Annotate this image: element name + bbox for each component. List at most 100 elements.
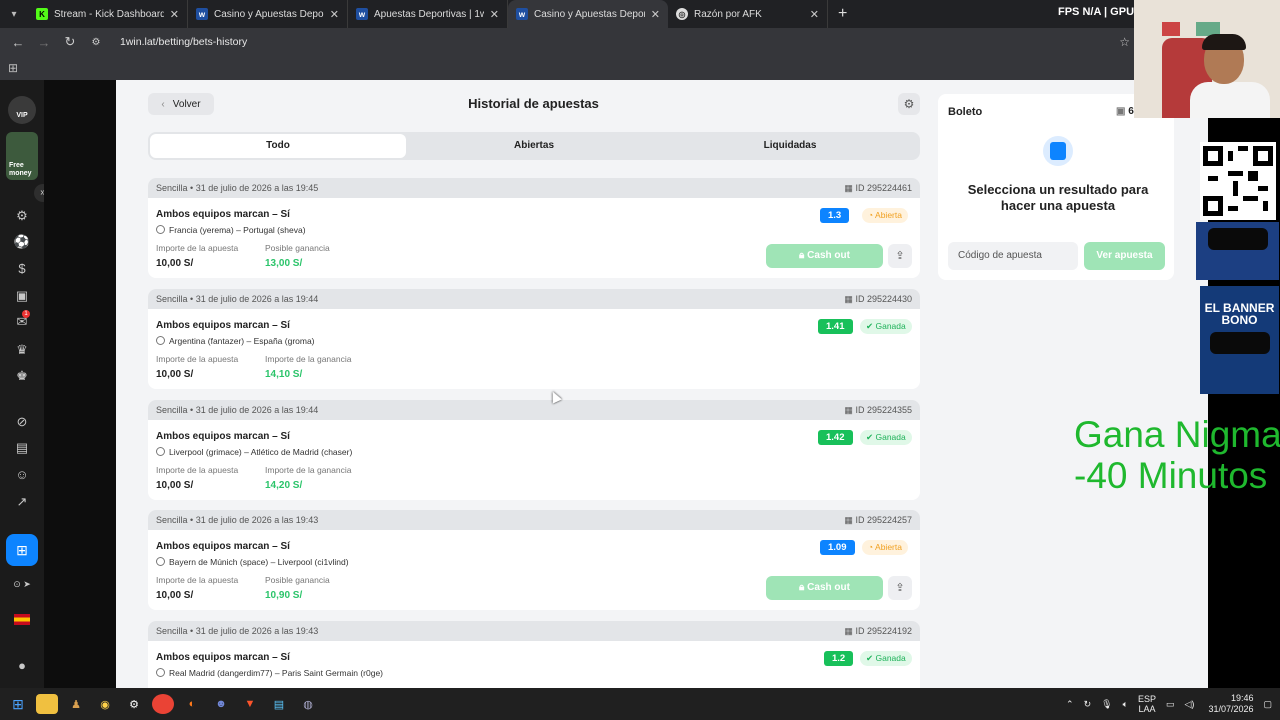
- notification-icon[interactable]: ▢: [1263, 699, 1272, 710]
- bet-card[interactable]: Sencilla • 31 de julio de 2026 a las 19:…: [148, 400, 920, 500]
- bet-card[interactable]: Sencilla • 31 de julio de 2026 a las 19:…: [148, 289, 920, 389]
- win-value: 10,90 S/: [265, 590, 303, 601]
- tab-kick-dashboard[interactable]: K Stream - Kick Dashboard ✕: [28, 0, 188, 28]
- tab-casino-active[interactable]: w Casino y Apuestas Deportivas O ✕: [508, 0, 668, 28]
- tab-search-icon[interactable]: ▾: [0, 0, 28, 28]
- cash-out-button[interactable]: 🔒︎ Cash out: [766, 244, 883, 268]
- sync-icon[interactable]: ↻: [1084, 699, 1092, 710]
- close-icon[interactable]: ✕: [810, 8, 819, 21]
- bet-card[interactable]: Sencilla • 31 de julio de 2026 a las 19:…: [148, 510, 920, 610]
- firefox-icon[interactable]: ◐: [181, 694, 203, 714]
- coin-icon[interactable]: $: [12, 259, 32, 279]
- back-button[interactable]: ‹ Volver: [148, 93, 214, 115]
- chevron-left-icon: ‹: [161, 98, 165, 110]
- chart-icon[interactable]: ↗: [12, 492, 32, 512]
- share-icon[interactable]: ⇪: [888, 244, 912, 268]
- close-icon[interactable]: ✕: [651, 8, 660, 21]
- tab-abiertas[interactable]: Abiertas: [406, 134, 662, 158]
- microphone-icon[interactable]: 🎙︎: [1101, 699, 1112, 710]
- discord-icon[interactable]: ☻: [210, 694, 232, 714]
- stake-value: 10,00 S/: [156, 258, 194, 269]
- speaker-icon[interactable]: 🔈︎: [1123, 699, 1128, 710]
- tab-razon-afk[interactable]: ◎ Razón por AFK ✕: [668, 0, 828, 28]
- social-icons[interactable]: ⊙ ➤: [12, 574, 32, 594]
- stake-value: 10,00 S/: [156, 590, 194, 601]
- chrome-icon[interactable]: [152, 694, 174, 714]
- support-icon[interactable]: ☺: [12, 465, 32, 485]
- volume-icon[interactable]: ◁): [1185, 699, 1195, 710]
- windows-taskbar: ⊞ ♟ ◉ ⚙ ◐ ☻ ▼ ▤ ◍ ⌃ ↻ 🎙︎ 🔈︎ ESP LAA ▭ ◁) …: [0, 688, 1280, 720]
- bet-code-input[interactable]: Código de apuesta: [948, 242, 1078, 270]
- network-icon[interactable]: ▭: [1166, 699, 1175, 710]
- forward-arrow-icon[interactable]: →: [32, 35, 56, 50]
- casino-icon[interactable]: ▣: [12, 286, 32, 306]
- win-label: Posible ganancia: [265, 575, 330, 585]
- view-bet-button[interactable]: Ver apuesta: [1084, 242, 1165, 270]
- close-icon[interactable]: ✕: [170, 8, 179, 21]
- lang-code: ESP: [1137, 694, 1156, 704]
- soccer-ball-icon: [156, 447, 165, 456]
- settings-icon[interactable]: ⚙: [12, 206, 32, 226]
- tab-todo[interactable]: Todo: [150, 134, 406, 158]
- status-label: Ganada: [875, 321, 906, 331]
- bet-match: Argentina (fantazer) – España (groma): [156, 336, 315, 346]
- win-label: Posible ganancia: [265, 243, 330, 253]
- vip-badge[interactable]: VIP: [8, 96, 36, 124]
- tab-liquidadas[interactable]: Liquidadas: [662, 134, 918, 158]
- lock-icon: 🔒︎: [799, 250, 808, 261]
- back-arrow-icon[interactable]: ←: [6, 35, 30, 50]
- cash-out-button[interactable]: 🔒︎ Cash out: [766, 576, 883, 600]
- new-tab-button[interactable]: +: [828, 5, 857, 23]
- bet-card[interactable]: Sencilla • 31 de julio de 2026 a las 19:…: [148, 621, 920, 688]
- free-money-button[interactable]: Free money: [6, 132, 38, 180]
- odds-badge: 1.3: [820, 208, 850, 223]
- obs-icon[interactable]: ◉: [94, 694, 116, 714]
- site-info-icon[interactable]: ⚙: [84, 37, 108, 48]
- steam-icon[interactable]: ◍: [297, 694, 319, 714]
- bet-card[interactable]: Sencilla • 31 de julio de 2026 a las 19:…: [148, 178, 920, 278]
- bookmark-star-icon[interactable]: ☆: [1119, 35, 1130, 49]
- soccer-ball-icon[interactable]: ⚽: [12, 232, 32, 252]
- settings-icon[interactable]: ⚙: [123, 694, 145, 714]
- language-indicator[interactable]: ESP LAA: [1138, 694, 1156, 714]
- sponsor-banner: [1196, 222, 1279, 280]
- crown-icon[interactable]: ♚: [12, 366, 32, 386]
- close-icon[interactable]: ✕: [490, 8, 499, 21]
- brave-icon[interactable]: ▼: [239, 694, 261, 714]
- trophy-icon[interactable]: ♛: [12, 340, 32, 360]
- bet-type: Sencilla: [156, 183, 188, 193]
- notepad-icon[interactable]: ▤: [268, 694, 290, 714]
- spain-flag-icon[interactable]: [14, 614, 30, 625]
- qr-code: [1200, 142, 1276, 220]
- betslip-icon: [1043, 136, 1073, 166]
- stake-value: 10,00 S/: [156, 480, 194, 491]
- tab-title: Apuestas Deportivas | 1win Lat: [374, 8, 484, 20]
- windows-app-icon[interactable]: ⊞: [6, 534, 38, 566]
- win-label: Importe de la ganancia: [265, 465, 352, 475]
- compass-icon[interactable]: ⊘: [12, 412, 32, 432]
- clock[interactable]: 19:46 31/07/2026: [1208, 693, 1253, 715]
- globe-icon: ◎: [676, 8, 688, 20]
- chevron-up-icon[interactable]: ⌃: [1066, 699, 1074, 710]
- tab-apuestas[interactable]: w Apuestas Deportivas | 1win Lat ✕: [348, 0, 508, 28]
- free-money-label: Free money: [9, 162, 32, 177]
- app-icon[interactable]: ♟: [65, 694, 87, 714]
- url-field[interactable]: 1win.lat/betting/bets-history: [120, 36, 247, 48]
- page-title: Historial de apuestas: [468, 96, 599, 111]
- bet-match: Liverpool (grimace) – Atlético de Madrid…: [156, 447, 352, 457]
- soccer-ball-icon: [156, 225, 165, 234]
- filter-tabs: Todo Abiertas Liquidadas: [148, 132, 920, 160]
- chat-icon[interactable]: ●: [12, 656, 32, 676]
- close-icon[interactable]: ✕: [330, 8, 339, 21]
- reload-icon[interactable]: ↻: [58, 34, 82, 50]
- tab-casino-1[interactable]: w Casino y Apuestas Deportivas O ✕: [188, 0, 348, 28]
- file-explorer-icon[interactable]: [36, 694, 58, 714]
- lang-layout: LAA: [1138, 704, 1156, 714]
- windows-start-icon[interactable]: ⊞: [7, 694, 29, 714]
- odds-badge: 1.42: [818, 430, 853, 445]
- apps-grid-icon[interactable]: ⊞: [8, 61, 18, 75]
- document-icon[interactable]: ▤: [12, 438, 32, 458]
- bet-id: ID 295224257: [855, 515, 912, 525]
- share-icon[interactable]: ⇪: [888, 576, 912, 600]
- gear-icon[interactable]: ⚙: [898, 93, 920, 115]
